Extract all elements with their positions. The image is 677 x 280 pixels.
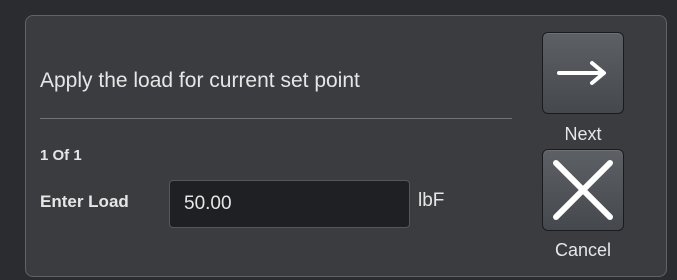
load-unit-label: lbF bbox=[418, 190, 445, 211]
divider bbox=[40, 118, 512, 119]
cancel-button-label: Cancel bbox=[554, 240, 612, 260]
cancel-button[interactable] bbox=[542, 149, 624, 231]
load-input[interactable] bbox=[169, 180, 410, 228]
enter-load-label: Enter Load bbox=[40, 192, 129, 211]
next-button-label: Next bbox=[564, 124, 602, 144]
close-x-icon bbox=[553, 160, 613, 220]
load-dialog: Apply the load for current set point 1 O… bbox=[25, 15, 667, 277]
prompt-text: Apply the load for current set point bbox=[40, 69, 360, 92]
arrow-right-icon bbox=[557, 61, 606, 85]
setpoint-counter: 1 Of 1 bbox=[40, 147, 82, 164]
next-button[interactable] bbox=[542, 32, 624, 114]
